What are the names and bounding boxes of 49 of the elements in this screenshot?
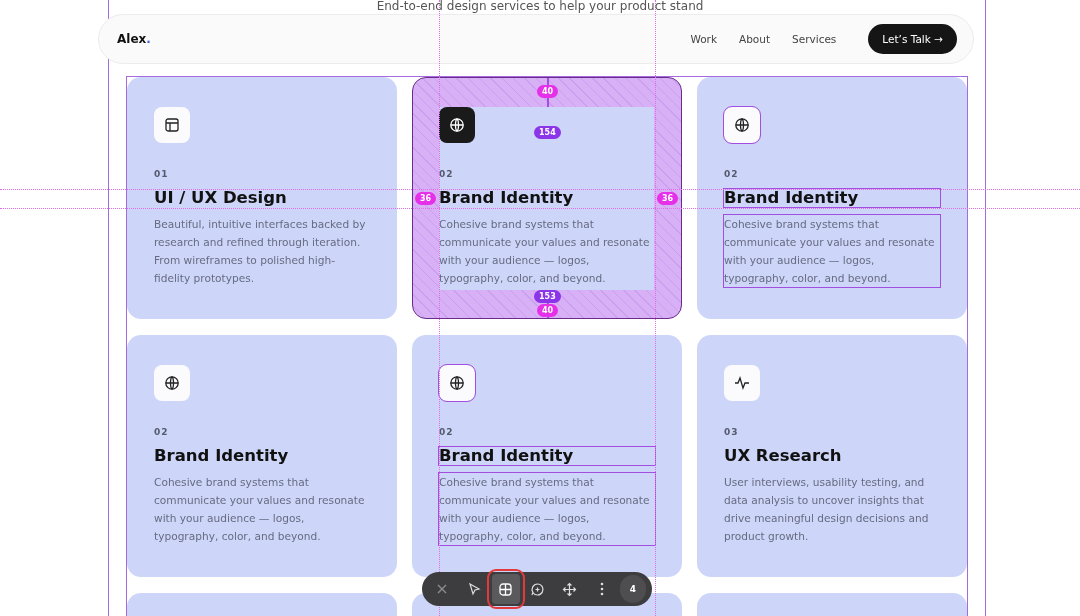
spacing-badge: 40 bbox=[537, 85, 559, 98]
card-number: 02 bbox=[154, 427, 170, 437]
spacing-badge: 36 bbox=[415, 192, 437, 205]
nav-link[interactable]: About bbox=[739, 33, 771, 45]
spacing-badge: 40 bbox=[537, 304, 559, 317]
service-card[interactable]: 02 Brand Identity Cohesive brand systems that communicate your values and resonate with your audience — logos, typography, color, and beyond. 40 154 36 36 153 40 bbox=[412, 77, 682, 319]
logo[interactable]: Alex. bbox=[117, 32, 151, 46]
card-number: 02 bbox=[439, 427, 455, 437]
move-arrows-icon bbox=[562, 581, 578, 597]
spacing-badge: 154 bbox=[534, 126, 561, 139]
globe-icon bbox=[164, 375, 180, 391]
globe-icon bbox=[734, 117, 750, 133]
card-title: Brand Identity bbox=[439, 189, 575, 207]
tagline: End-to-end design services to help your product stand bbox=[375, 0, 705, 13]
card-description: Cohesive brand systems that communicate your values and resonate with your audience — logos, typography, color, and beyond. bbox=[439, 217, 651, 286]
card-description: Cohesive brand systems that communicate your values and resonate with your audience — logos, typography, color, and beyond. bbox=[439, 473, 655, 545]
service-card[interactable]: 02 Brand Identity Cohesive brand systems that communicate your values and resonate with your audience — logos, typography, color, and beyond. bbox=[127, 335, 397, 577]
service-card[interactable]: 02 Brand Identity Cohesive brand systems that communicate your values and resonate with your audience — logos, typography, color, and beyond. bbox=[412, 335, 682, 577]
card-title: Brand Identity bbox=[724, 189, 940, 207]
card-title: Brand Identity bbox=[439, 447, 655, 465]
card-description: Cohesive brand systems that communicate your values and resonate with your audience — logos, typography, color, and beyond. bbox=[154, 475, 366, 544]
card-title: UI / UX Design bbox=[154, 189, 288, 207]
count-badge: 4 bbox=[619, 575, 646, 603]
card-number: 02 bbox=[724, 169, 740, 179]
service-card[interactable]: 01 UI / UX Design Beautiful, intuitive interfaces backed by research and refined through iteration. From wireframes to polished high-fidelity prototypes. bbox=[127, 77, 397, 319]
card-description: User interviews, usability testing, and data analysis to uncover insights that drive meaningful design decisions and product growth. bbox=[724, 475, 930, 544]
card-number: 01 bbox=[154, 169, 170, 179]
spacing-badge: 153 bbox=[534, 290, 561, 303]
card-number: 02 bbox=[439, 169, 455, 179]
comment-plus-icon bbox=[530, 581, 546, 597]
crosshair-frame-icon bbox=[498, 581, 514, 597]
lets-talk-button[interactable]: Let’s Talk → bbox=[868, 24, 957, 54]
globe-icon bbox=[449, 117, 465, 133]
globe-icon bbox=[449, 375, 465, 391]
pulse-icon bbox=[734, 375, 750, 391]
cursor-icon bbox=[466, 582, 481, 596]
spacing-badge: 36 bbox=[657, 192, 679, 205]
nav-link[interactable]: Work bbox=[690, 33, 717, 45]
card-title: Brand Identity bbox=[154, 447, 290, 465]
card-title: UX Research bbox=[724, 447, 843, 465]
service-card[interactable]: 03 UX Research User interviews, usability testing, and data analysis to uncover insights that drive meaningful design decisions and product growth. bbox=[697, 335, 967, 577]
card-description: Beautiful, intuitive interfaces backed by research and refined through iteration. From wireframes to polished high-fidelity prototypes. bbox=[154, 217, 367, 286]
card-description: Cohesive brand systems that communicate your values and resonate with your audience — logos, typography, color, and beyond. bbox=[724, 215, 940, 287]
card-number: 03 bbox=[724, 427, 740, 437]
close-icon bbox=[435, 582, 449, 596]
nav-link[interactable]: Services bbox=[792, 33, 837, 45]
layout-icon bbox=[164, 117, 180, 133]
service-card[interactable]: 02 Brand Identity Cohesive brand systems that communicate your values and resonate with your audience — logos, typography, color, and beyond. bbox=[697, 77, 967, 319]
more-icon bbox=[599, 582, 604, 596]
